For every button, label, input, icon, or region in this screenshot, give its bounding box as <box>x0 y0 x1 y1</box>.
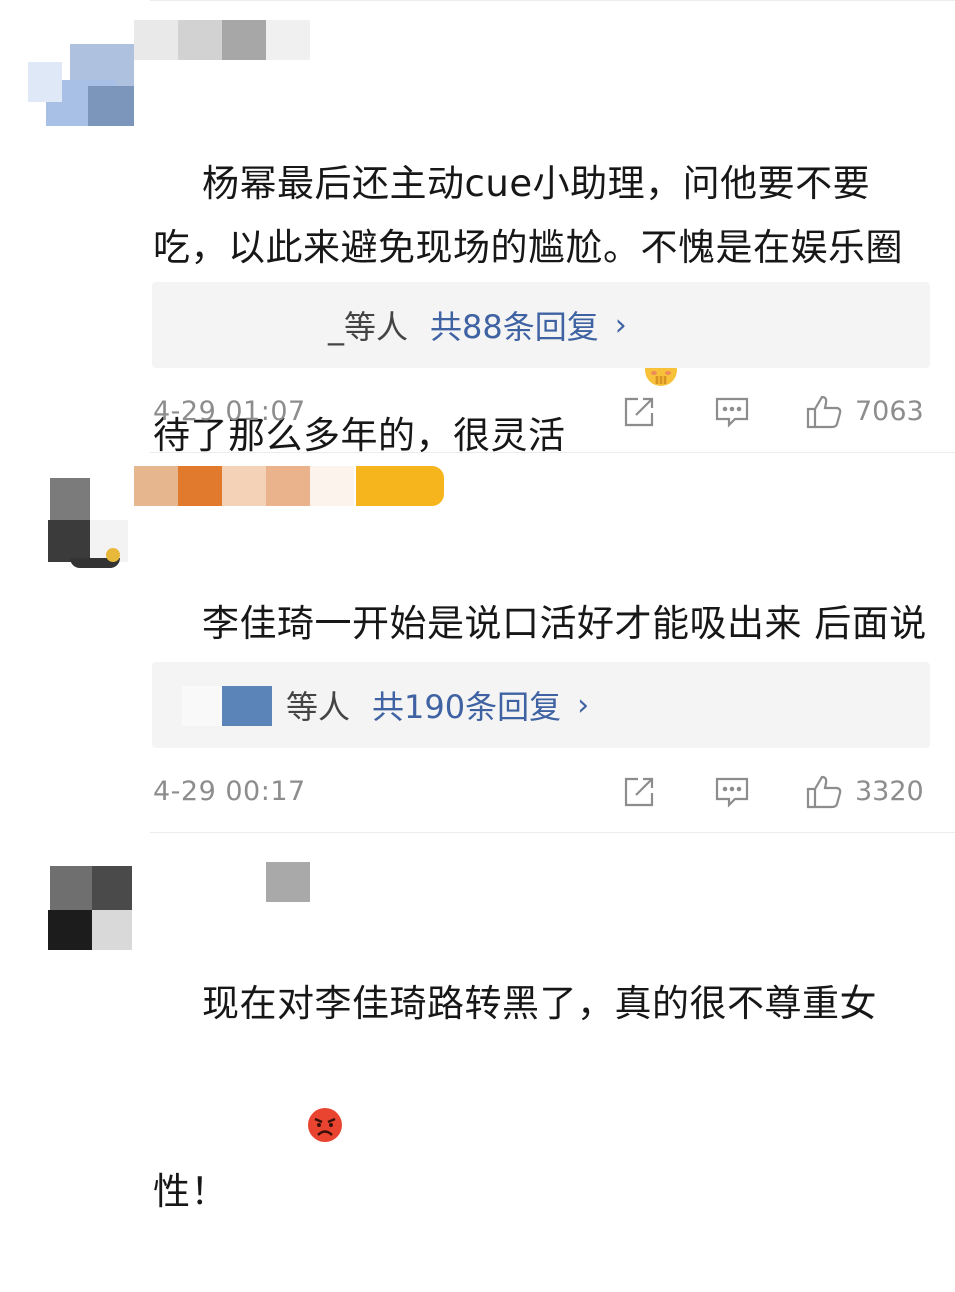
comment-time: 4-29 01:07 <box>153 396 306 427</box>
username-redacted[interactable] <box>134 862 374 902</box>
reply-users: _等人 <box>328 308 409 346</box>
comment-meta: 4-29 01:07 7063 <box>0 392 955 432</box>
comment-button[interactable] <box>714 394 750 430</box>
chevron-right-icon: › <box>577 687 590 723</box>
share-button[interactable] <box>622 394 656 430</box>
comment-button[interactable] <box>714 774 750 810</box>
avatar[interactable] <box>28 22 134 132</box>
comment-icon <box>715 777 749 808</box>
like-button[interactable]: 7063 <box>805 394 924 430</box>
comment-time: 4-29 00:17 <box>153 776 306 807</box>
reply-avatar-redacted <box>222 686 272 726</box>
comment-text: 现在对李佳琦路转黑了，真的很不尊重女性！ <box>153 908 938 1292</box>
comment-item: 现在对李佳琦路转黑了，真的很不尊重女性！ <box>0 832 955 1213</box>
divider <box>150 0 955 1</box>
divider <box>150 832 955 833</box>
username-redacted[interactable] <box>134 466 444 506</box>
reply-count-link[interactable]: 共88条回复 <box>430 302 599 348</box>
like-count: 7063 <box>855 396 924 427</box>
replies-box[interactable]: 等人 共190条回复 › <box>152 662 930 748</box>
replies-summary[interactable]: 等人 共190条回复 › <box>286 662 589 748</box>
thumbs-up-icon <box>806 395 842 429</box>
reply-count-link[interactable]: 共190条回复 <box>372 682 561 728</box>
chevron-right-icon: › <box>614 307 627 343</box>
like-button[interactable]: 3320 <box>805 774 924 810</box>
angry-face-emoji <box>232 1036 344 1228</box>
username-redacted[interactable] <box>134 20 314 60</box>
comment-icon <box>715 397 749 428</box>
comment-meta: 4-29 00:17 3320 <box>0 772 955 812</box>
comment-item: 杨幂最后还主动cue小助理，问他要不要吃，以此来避免现场的尴尬。不愧是在娱乐圈待… <box>0 0 955 457</box>
replies-box[interactable]: _等人 共88条回复 › <box>152 282 930 368</box>
avatar[interactable] <box>44 862 136 958</box>
comment-item: 李佳琦一开始是说口活好才能吸出来 后面说可以开黄腔吗？可能无心的吧 等人 共19… <box>0 452 955 832</box>
share-icon <box>624 397 654 427</box>
divider <box>150 452 955 453</box>
replies-summary[interactable]: _等人 共88条回复 › <box>328 282 627 368</box>
reply-users: 等人 <box>286 688 351 726</box>
share-button[interactable] <box>622 774 656 810</box>
thumbs-up-icon <box>806 775 842 809</box>
avatar[interactable] <box>44 474 128 570</box>
like-count: 3320 <box>855 776 924 807</box>
share-icon <box>624 777 654 807</box>
